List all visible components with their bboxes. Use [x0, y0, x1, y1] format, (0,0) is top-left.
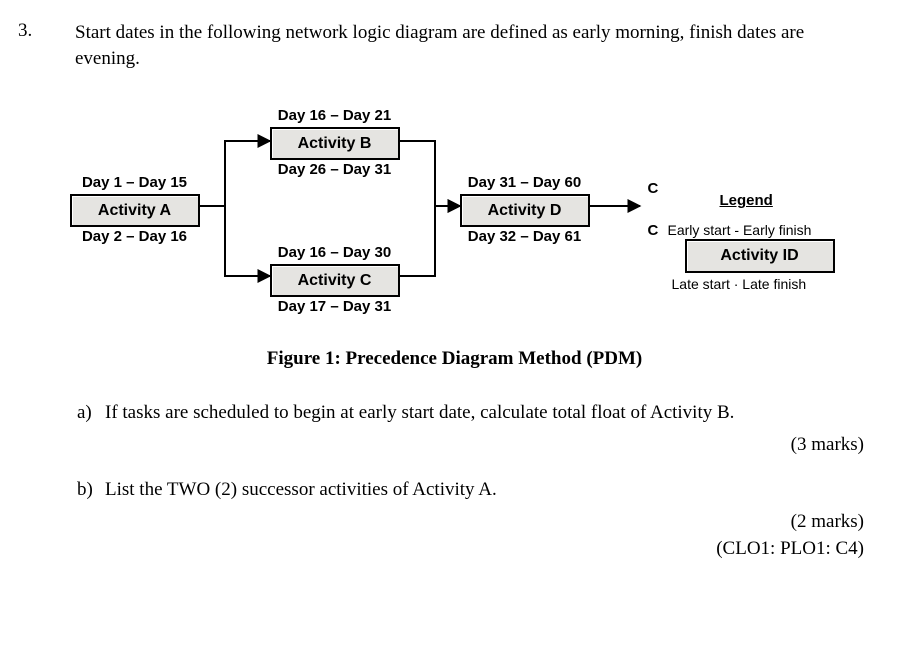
part-b-marks: (2 marks): [30, 509, 864, 535]
page: 3. Start dates in the following network …: [0, 0, 909, 649]
b-box: Activity B: [270, 127, 400, 161]
a-late: Day 2 – Day 16: [70, 227, 200, 247]
part-b-clo: (CLO1: PLO1: C4): [30, 536, 864, 562]
part-a-label: a): [77, 400, 92, 426]
legend-late: Late start · Late finish: [672, 275, 807, 294]
a-box: Activity A: [70, 194, 200, 228]
d-early: Day 31 – Day 60: [460, 173, 590, 193]
figure-caption: Figure 1: Precedence Diagram Method (PDM…: [30, 346, 879, 372]
node-activity-a: Day 1 – Day 15 Activity A Day 2 – Day 16: [70, 173, 200, 247]
part-b-text: List the TWO (2) successor activities of…: [105, 479, 497, 500]
node-activity-b: Day 16 – Day 21 Activity B Day 26 – Day …: [270, 106, 400, 180]
c-late: Day 17 – Day 31: [270, 297, 400, 317]
c-early: Day 16 – Day 30: [270, 243, 400, 263]
part-a-text: If tasks are scheduled to begin at early…: [105, 402, 734, 423]
b-early: Day 16 – Day 21: [270, 106, 400, 126]
c-box: Activity C: [270, 264, 400, 298]
part-a-marks: (3 marks): [30, 432, 864, 458]
legend-title: Legend: [720, 191, 773, 211]
question-number: 3.: [18, 18, 32, 44]
legend-box: Activity ID: [685, 239, 835, 273]
part-a: a) If tasks are scheduled to begin at ea…: [105, 400, 879, 426]
b-late: Day 26 – Day 31: [270, 160, 400, 180]
d-box: Activity D: [460, 194, 590, 228]
node-activity-c: Day 16 – Day 30 Activity C Day 17 – Day …: [270, 243, 400, 317]
a-early: Day 1 – Day 15: [70, 173, 200, 193]
critical-mark-top: C: [648, 179, 659, 199]
d-late: Day 32 – Day 61: [460, 227, 590, 247]
node-activity-d: Day 31 – Day 60 Activity D Day 32 – Day …: [460, 173, 590, 247]
question-prompt: Start dates in the following network log…: [75, 20, 869, 71]
pdm-diagram: Day 1 – Day 15 Activity A Day 2 – Day 16…: [40, 91, 870, 336]
legend-early: Early start - Early finish: [668, 221, 812, 240]
legend-node: Activity ID: [685, 239, 835, 273]
critical-mark-bottom: C: [648, 221, 659, 241]
part-b: b) List the TWO (2) successor activities…: [105, 477, 879, 503]
part-b-label: b): [77, 477, 93, 503]
